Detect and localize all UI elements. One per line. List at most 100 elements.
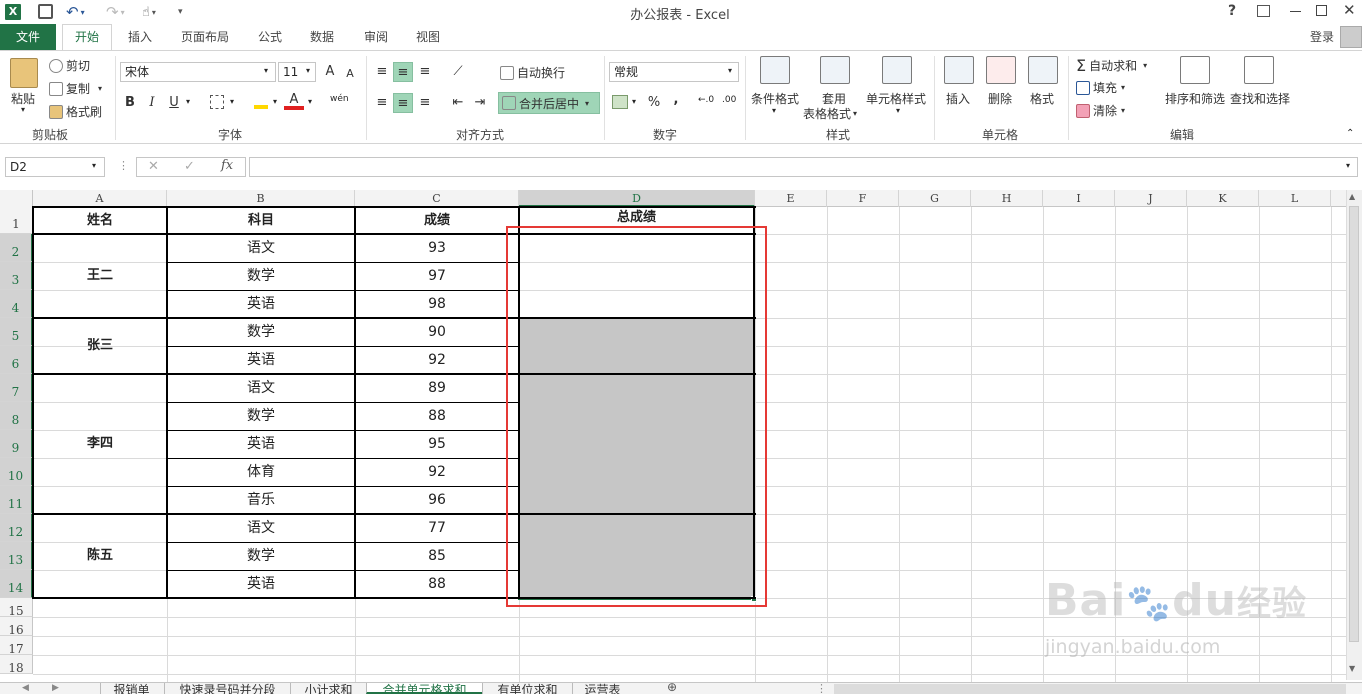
row-header-2[interactable]: 2	[0, 234, 33, 262]
scroll-down-icon[interactable]: ▼	[1349, 664, 1355, 673]
row-header-17[interactable]: 17	[0, 636, 33, 656]
collapse-ribbon-icon[interactable]: ⌃	[1346, 128, 1354, 139]
row-header-9[interactable]: 9	[0, 430, 33, 458]
name-cell[interactable]: 李四	[33, 374, 167, 514]
cell-styles-icon[interactable]	[882, 56, 912, 84]
score-cell[interactable]: 89	[355, 374, 519, 402]
format-table-icon[interactable]	[820, 56, 850, 84]
score-cell[interactable]: 96	[355, 486, 519, 514]
paste-icon[interactable]	[10, 58, 38, 88]
italic-button[interactable]: I	[142, 93, 162, 113]
format-cells-button[interactable]: 格式	[1030, 90, 1054, 107]
subject-cell[interactable]: 数学	[167, 542, 355, 570]
tab-formulas[interactable]: 公式	[250, 24, 290, 50]
align-right-icon[interactable]: ≡	[415, 93, 435, 113]
sheet-tab[interactable]: 合并单元格求和	[366, 683, 482, 694]
close-icon[interactable]: ✕	[1343, 1, 1356, 19]
column-header-d[interactable]: D	[519, 190, 755, 207]
chevron-down-icon[interactable]: ▾	[92, 161, 96, 170]
row-header-5[interactable]: 5	[0, 318, 33, 346]
underline-button[interactable]: U	[164, 93, 184, 113]
percent-button[interactable]: %	[644, 93, 664, 113]
scroll-thumb[interactable]	[1349, 206, 1359, 642]
column-header-g[interactable]: G	[899, 190, 971, 207]
column-header-a[interactable]: A	[33, 190, 167, 207]
subject-cell[interactable]: 体育	[167, 458, 355, 486]
score-cell[interactable]: 97	[355, 262, 519, 290]
find-select-icon[interactable]	[1244, 56, 1274, 84]
autosum-button[interactable]: Σ 自动求和 ▾	[1076, 56, 1147, 75]
insert-cells-icon[interactable]	[944, 56, 974, 84]
format-painter-button[interactable]: 格式刷	[49, 103, 102, 120]
row-header-13[interactable]: 13	[0, 542, 33, 570]
phonetic-button[interactable]: wén	[330, 94, 349, 104]
tab-insert[interactable]: 插入	[120, 24, 160, 50]
row-header-16[interactable]: 16	[0, 617, 33, 637]
cut-button[interactable]: 剪切	[49, 57, 90, 74]
formula-input[interactable]	[249, 157, 1358, 177]
subject-cell[interactable]: 英语	[167, 430, 355, 458]
enter-formula-icon[interactable]: ✓	[184, 159, 195, 174]
row-header-12[interactable]: 12	[0, 514, 33, 542]
undo-icon[interactable]: ↶ ▾	[66, 2, 85, 22]
tab-data[interactable]: 数据	[302, 24, 342, 50]
score-cell[interactable]: 98	[355, 290, 519, 318]
touch-mode-icon[interactable]: ☝ ▾	[142, 2, 156, 22]
subject-cell[interactable]: 数学	[167, 402, 355, 430]
row-header-6[interactable]: 6	[0, 346, 33, 374]
font-color-button[interactable]: A	[284, 92, 304, 110]
chevron-down-icon[interactable]: ▾	[1346, 161, 1350, 170]
name-cell[interactable]: 张三	[33, 318, 167, 374]
header-score[interactable]: 成绩	[355, 207, 519, 234]
number-format-select[interactable]: 常规	[609, 62, 739, 82]
row-header-3[interactable]: 3	[0, 262, 33, 290]
chevron-down-icon[interactable]: ▾	[273, 97, 277, 106]
subject-cell[interactable]: 语文	[167, 234, 355, 262]
score-cell[interactable]: 92	[355, 458, 519, 486]
tab-home[interactable]: 开始	[62, 24, 112, 51]
column-header-j[interactable]: J	[1115, 190, 1187, 207]
next-sheet-icon[interactable]: ▶	[52, 683, 59, 693]
subject-cell[interactable]: 语文	[167, 374, 355, 402]
decrease-indent-icon[interactable]: ⇤	[448, 93, 468, 113]
subject-cell[interactable]: 语文	[167, 514, 355, 542]
name-cell[interactable]: 王二	[33, 234, 167, 318]
tab-page-layout[interactable]: 页面布局	[172, 24, 238, 50]
align-top-icon[interactable]: ≡	[372, 62, 392, 82]
score-cell[interactable]: 85	[355, 542, 519, 570]
currency-icon[interactable]	[612, 95, 628, 109]
subject-cell[interactable]: 数学	[167, 262, 355, 290]
chevron-down-icon[interactable]: ▾	[896, 106, 900, 115]
font-size-select[interactable]: 11	[278, 62, 316, 82]
redo-icon[interactable]: ↷ ▾	[106, 2, 125, 22]
row-header-15[interactable]: 15	[0, 598, 33, 618]
column-header-c[interactable]: C	[355, 190, 519, 207]
sheet-tab[interactable]: 报销单	[100, 683, 162, 694]
comma-button[interactable]: ,	[666, 90, 686, 110]
format-cells-icon[interactable]	[1028, 56, 1058, 84]
grow-font-button[interactable]: A	[320, 62, 340, 82]
find-select-button[interactable]: 查找和选择	[1230, 90, 1290, 107]
add-sheet-icon[interactable]: ⊕	[665, 681, 679, 694]
subject-cell[interactable]: 数学	[167, 318, 355, 346]
orientation-icon[interactable]: ⟋	[448, 62, 468, 82]
delete-cells-icon[interactable]	[986, 56, 1016, 84]
align-middle-icon[interactable]: ≡	[393, 62, 413, 82]
cell-styles-button[interactable]: 单元格样式	[866, 90, 926, 107]
tab-review[interactable]: 审阅	[356, 24, 396, 50]
row-header-18[interactable]: 18	[0, 655, 33, 675]
login-link[interactable]: 登录	[1304, 24, 1340, 50]
sheet-tab[interactable]: 运营表	[572, 683, 632, 694]
row-header-14[interactable]: 14	[0, 570, 33, 598]
delete-cells-button[interactable]: 删除	[988, 90, 1012, 107]
row-header-10[interactable]: 10	[0, 458, 33, 486]
column-header-e[interactable]: E	[755, 190, 827, 207]
chevron-down-icon[interactable]: ▾	[186, 97, 190, 106]
column-header-k[interactable]: K	[1187, 190, 1259, 207]
align-left-icon[interactable]: ≡	[372, 93, 392, 113]
increase-indent-icon[interactable]: ⇥	[470, 93, 490, 113]
row-header-1[interactable]: 1	[0, 207, 33, 234]
clear-button[interactable]: 清除 ▾	[1076, 102, 1125, 119]
sort-filter-button[interactable]: 排序和筛选	[1165, 90, 1225, 107]
fill-button[interactable]: 填充 ▾	[1076, 79, 1125, 96]
